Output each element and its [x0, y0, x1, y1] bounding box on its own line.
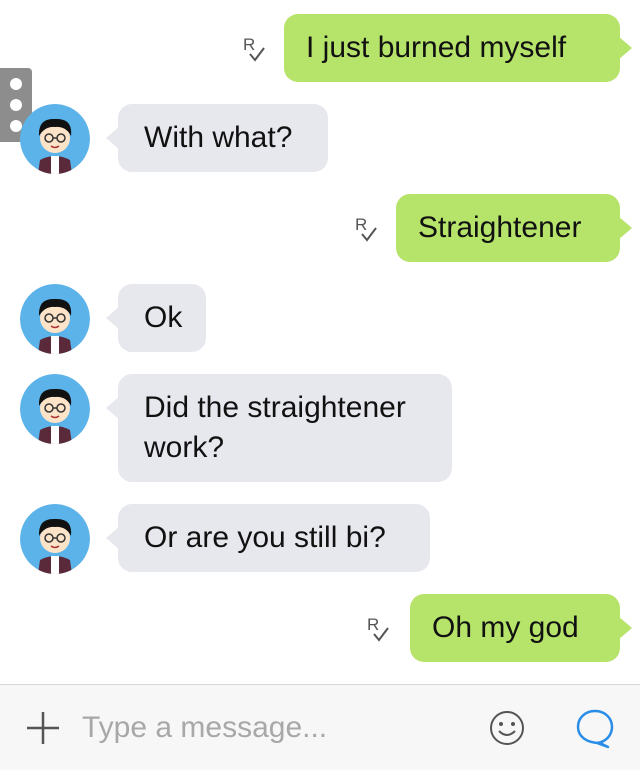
cartoon-avatar-icon[interactable]: [20, 504, 90, 574]
message-bubble[interactable]: I just burned myself: [284, 14, 632, 82]
message-composer: [0, 684, 640, 770]
message-bubble[interactable]: With what?: [106, 104, 328, 172]
plus-icon[interactable]: [24, 709, 62, 747]
svg-text:R: R: [355, 215, 367, 234]
read-receipt-icon: R: [367, 615, 389, 642]
message-input[interactable]: [80, 705, 464, 751]
message-bubble[interactable]: Or are you still bi?: [106, 504, 430, 572]
cartoon-avatar-icon[interactable]: [20, 284, 90, 354]
message-text: Ok: [144, 301, 183, 334]
read-receipt-icon: R: [355, 215, 377, 242]
message-bubble[interactable]: Did the straightener work?: [106, 374, 452, 482]
message-text: Straightener: [418, 211, 582, 244]
smiley-icon[interactable]: [488, 709, 526, 747]
read-receipt-icon: R: [243, 35, 265, 62]
cartoon-avatar-icon[interactable]: [20, 374, 90, 444]
vertical-dots-icon: [10, 78, 22, 90]
message-text: Oh my god: [432, 611, 579, 644]
speech-bubble-icon[interactable]: [574, 707, 616, 749]
svg-text:R: R: [243, 35, 255, 54]
svg-text:R: R: [367, 615, 379, 634]
cartoon-avatar-icon[interactable]: [20, 104, 90, 174]
chat-screen: R I just burned myself With what? R Stra…: [0, 0, 640, 770]
message-bubble[interactable]: Oh my god: [410, 594, 632, 662]
vertical-dots-icon: [10, 99, 22, 111]
message-text: I just burned myself: [306, 31, 567, 64]
message-bubble[interactable]: Ok: [106, 284, 206, 352]
message-text: With what?: [144, 121, 293, 154]
message-bubble[interactable]: Straightener: [396, 194, 632, 262]
message-text: Or are you still bi?: [144, 521, 386, 554]
message-text: Did the straightener work?: [144, 391, 406, 464]
